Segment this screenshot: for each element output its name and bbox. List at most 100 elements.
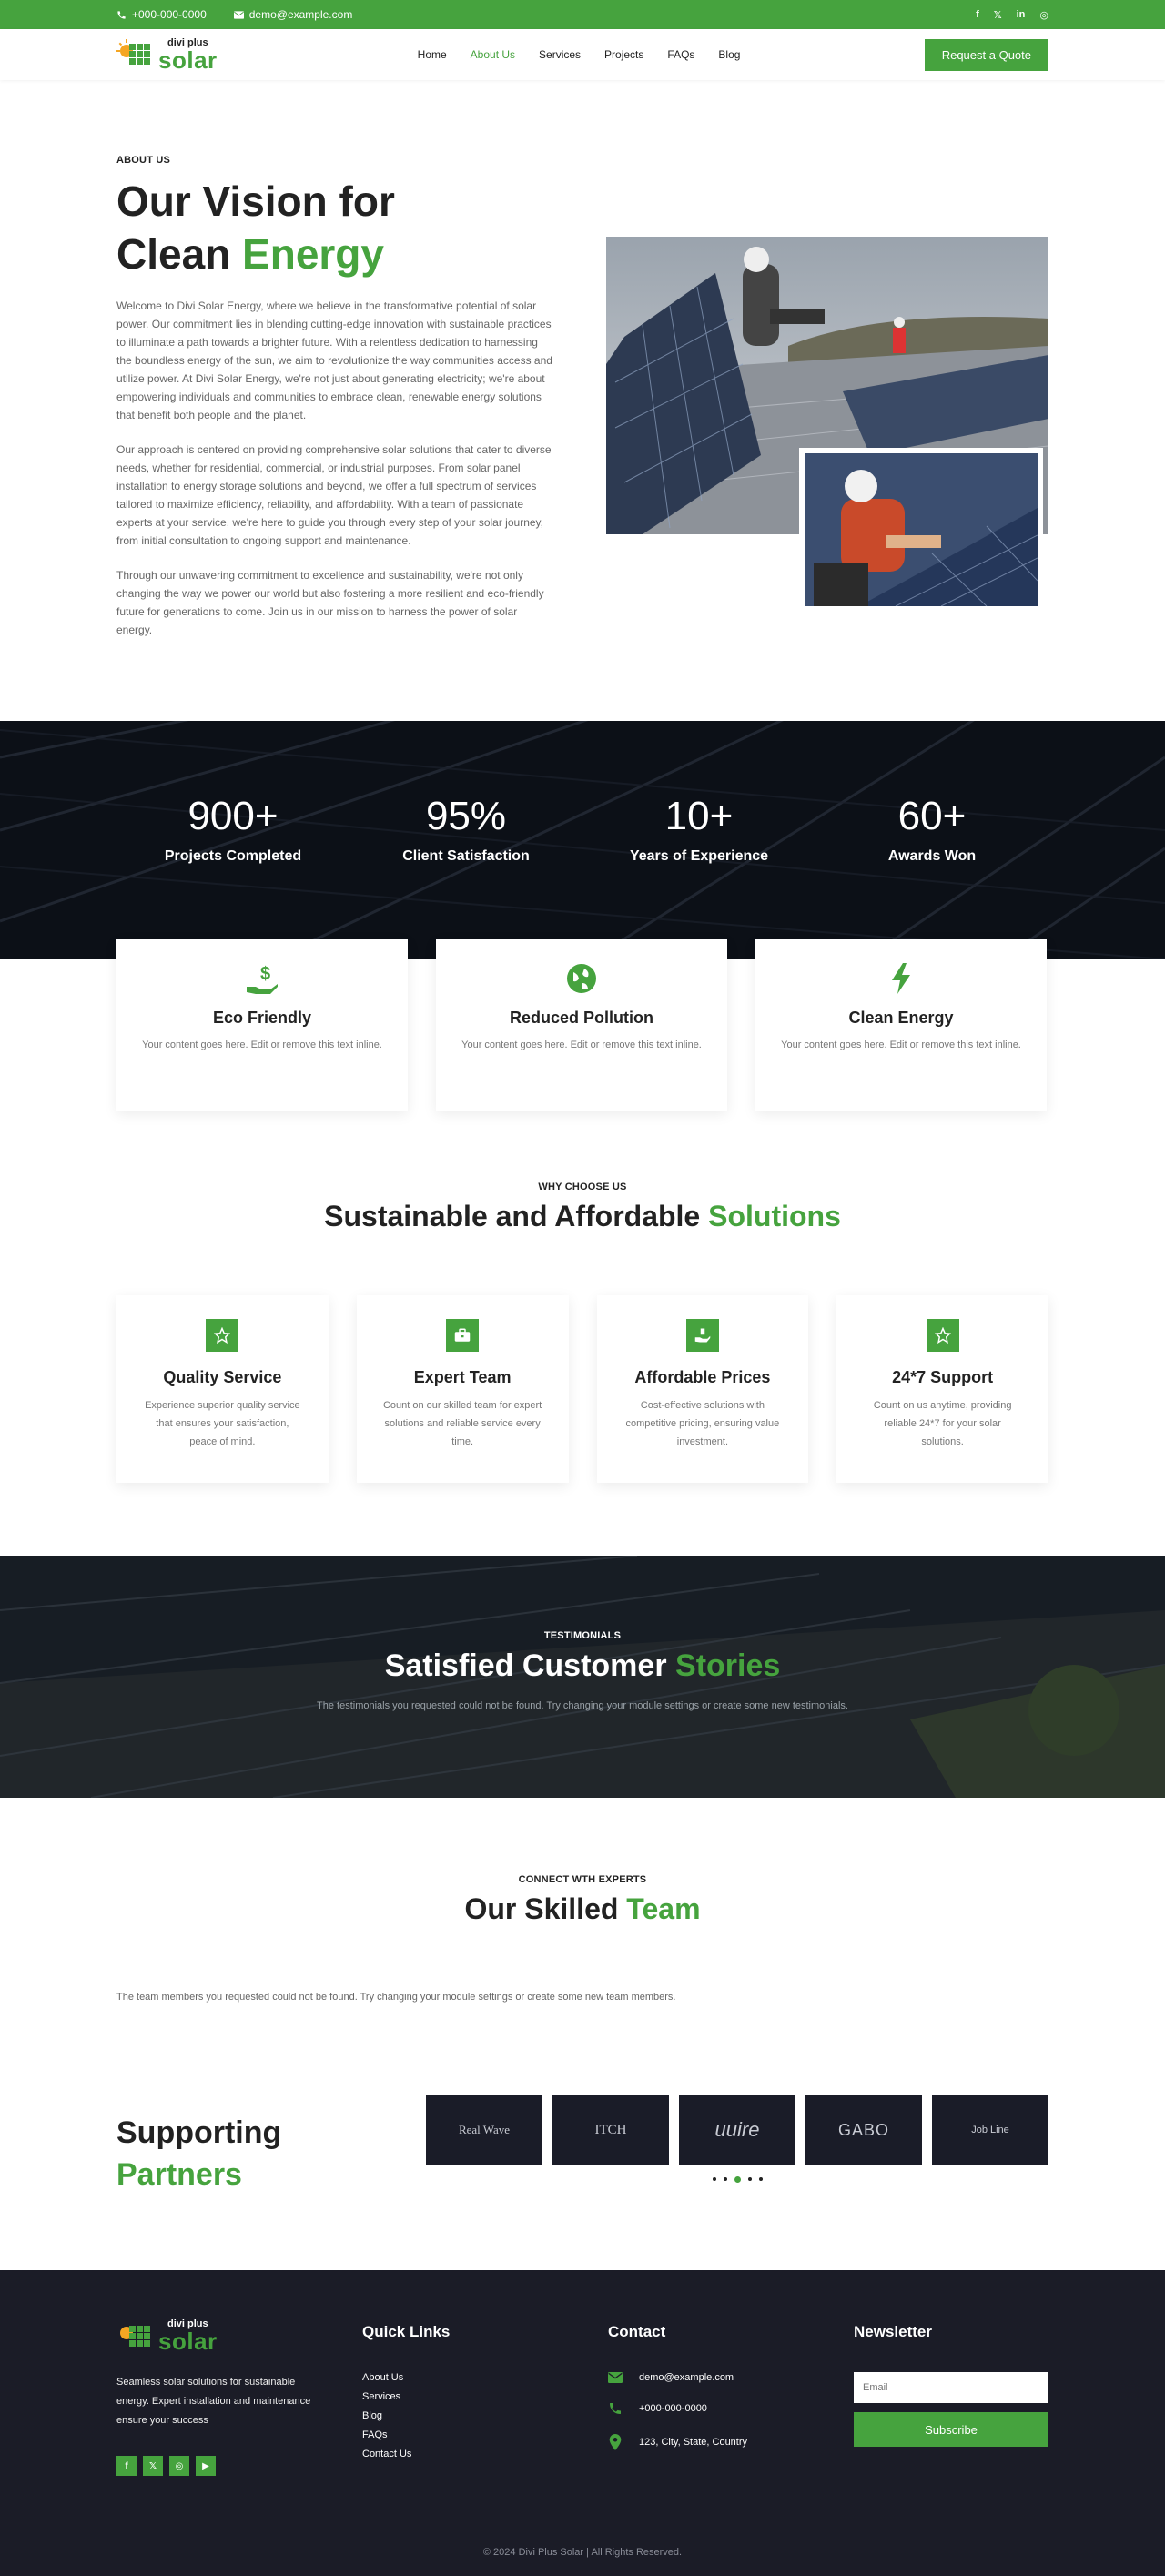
contact-phone[interactable]: +000-000-0000	[608, 2401, 854, 2416]
facebook-icon[interactable]: f	[116, 2456, 137, 2476]
feature-text: Your content goes here. Edit or remove t…	[142, 1040, 382, 1050]
nav-services[interactable]: Services	[539, 48, 581, 61]
subscribe-button[interactable]: Subscribe	[854, 2412, 1048, 2447]
x-twitter-icon[interactable]: 𝕏	[994, 9, 1002, 21]
footer-link-faqs[interactable]: FAQs	[362, 2429, 608, 2440]
bolt-icon	[892, 963, 910, 994]
footer-about-column: divi plus solar Seamless solar solutions…	[116, 2319, 362, 2476]
solar-logo-icon	[116, 39, 150, 65]
feature-card-eco-friendly: $ Eco Friendly Your content goes here. E…	[116, 939, 408, 1111]
feature-text: Your content goes here. Edit or remove t…	[781, 1040, 1021, 1050]
top-bar: +000-000-0000 demo@example.com f 𝕏 in ◎	[0, 0, 1165, 29]
carousel-dots	[426, 2176, 1048, 2183]
x-twitter-icon[interactable]: 𝕏	[143, 2456, 163, 2476]
testimonials-empty-message: The testimonials you requested could not…	[317, 1700, 848, 1711]
carousel-dot[interactable]	[712, 2177, 716, 2181]
svg-text:$: $	[260, 964, 270, 984]
partner-logo[interactable]: GABO	[805, 2095, 922, 2165]
footer-logo[interactable]: divi plus solar	[116, 2319, 362, 2353]
why-card-expert-team: Expert Team Count on our skilled team fo…	[356, 1295, 569, 1483]
carousel-dot-active[interactable]	[734, 2176, 741, 2183]
why-card-text: Count on our skilled team for expert sol…	[382, 1400, 542, 1447]
nav-home[interactable]: Home	[418, 48, 447, 61]
contact-title: Contact	[608, 2323, 666, 2340]
topbar-phone[interactable]: +000-000-0000	[116, 8, 207, 21]
partner-logo-text: Job Line	[971, 2125, 1009, 2135]
star-icon	[934, 1327, 951, 1344]
stat-label: Client Satisfaction	[402, 848, 530, 864]
about-eyebrow: ABOUT US	[116, 155, 171, 166]
topbar-phone-text: +000-000-0000	[132, 8, 207, 21]
site-footer: divi plus solar Seamless solar solutions…	[0, 2270, 1165, 2576]
stats-section: 900+ Projects Completed 95% Client Satis…	[0, 721, 1165, 959]
partner-logo-text: ITCH	[594, 2122, 627, 2137]
why-card-title: Expert Team	[413, 1368, 512, 1386]
stat-awards: 60+ Awards Won	[823, 794, 1041, 865]
partner-logo[interactable]: Job Line	[932, 2095, 1048, 2165]
carousel-dot[interactable]	[758, 2177, 763, 2181]
phone-icon	[610, 2403, 621, 2414]
nav-faqs[interactable]: FAQs	[667, 48, 694, 61]
footer-link-blog[interactable]: Blog	[362, 2410, 608, 2421]
contact-email-text: demo@example.com	[639, 2372, 734, 2383]
feature-card-reduced-pollution: Reduced Pollution Your content goes here…	[436, 939, 727, 1111]
partner-logo-text: Real Wave	[458, 2123, 511, 2136]
partner-logo[interactable]: uuire	[679, 2095, 795, 2165]
footer-link-about[interactable]: About Us	[362, 2372, 608, 2383]
feature-title: Reduced Pollution	[509, 1009, 653, 1027]
topbar-email[interactable]: demo@example.com	[233, 8, 353, 21]
about-title: Our Vision for Clean Energy	[116, 175, 553, 280]
linkedin-icon[interactable]: in	[1017, 9, 1026, 21]
why-card-quality: Quality Service Experience superior qual…	[116, 1295, 329, 1483]
about-title-plain: Clean	[116, 230, 243, 278]
nav-projects[interactable]: Projects	[604, 48, 643, 61]
nav-blog[interactable]: Blog	[718, 48, 740, 61]
about-paragraph-3: Through our unwavering commitment to exc…	[116, 569, 544, 636]
carousel-dot[interactable]	[723, 2177, 727, 2181]
why-title-accent: Solutions	[708, 1200, 841, 1232]
stat-satisfaction: 95% Client Satisfaction	[357, 794, 575, 865]
footer-link-contact[interactable]: Contact Us	[362, 2449, 608, 2459]
why-card-support: 24*7 Support Count on us anytime, provid…	[836, 1295, 1048, 1483]
stat-number: 95%	[425, 794, 507, 838]
why-card-text: Cost-effective solutions with competitiv…	[625, 1400, 780, 1447]
phone-icon	[117, 10, 126, 19]
partner-logo-text: GABO	[837, 2120, 889, 2139]
footer-link-services[interactable]: Services	[362, 2391, 608, 2402]
newsletter-email-input[interactable]	[854, 2372, 1048, 2403]
site-logo[interactable]: divi plus solar	[116, 37, 218, 74]
why-card-text: Experience superior quality service that…	[145, 1400, 300, 1447]
team-section: CONNECT WTH EXPERTS Our Skilled Team The…	[0, 1798, 1165, 2066]
logo-big-text: solar	[158, 46, 218, 74]
partner-logo[interactable]: Real Wave	[426, 2095, 542, 2165]
stat-number: 60+	[897, 794, 967, 838]
logo-big-text: solar	[158, 2328, 218, 2355]
testimonials-section: TESTIMONIALS Satisfied Customer Stories …	[0, 1556, 1165, 1798]
partner-logos-carousel[interactable]: Real Wave ITCH uuire GABO Job Line	[426, 2095, 1048, 2165]
team-title: Our Skilled Team	[116, 1892, 1048, 1926]
why-card-title: 24*7 Support	[892, 1368, 994, 1386]
instagram-icon[interactable]: ◎	[169, 2456, 189, 2476]
nav-about-us[interactable]: About Us	[471, 48, 515, 61]
contact-email[interactable]: demo@example.com	[608, 2372, 854, 2383]
copyright: © 2024 Divi Plus Solar | All Rights Rese…	[482, 2547, 683, 2558]
instagram-icon[interactable]: ◎	[1039, 9, 1048, 21]
partner-logo[interactable]: ITCH	[552, 2095, 669, 2165]
why-choose-section: WHY CHOOSE US Sustainable and Affordable…	[0, 1111, 1165, 1556]
topbar-social: f 𝕏 in ◎	[976, 9, 1048, 21]
facebook-icon[interactable]: f	[976, 9, 979, 21]
topbar-email-text: demo@example.com	[248, 8, 353, 21]
map-pin-icon	[609, 2434, 622, 2450]
carousel-dot[interactable]	[747, 2177, 752, 2181]
features-section: $ Eco Friendly Your content goes here. E…	[0, 939, 1165, 1111]
feature-card-clean-energy: Clean Energy Your content goes here. Edi…	[755, 939, 1047, 1111]
stat-projects: 900+ Projects Completed	[124, 794, 342, 865]
testimonials-title-accent: Stories	[675, 1648, 781, 1683]
request-quote-button[interactable]: Request a Quote	[924, 38, 1048, 71]
about-images	[606, 237, 1048, 619]
feature-text: Your content goes here. Edit or remove t…	[461, 1040, 702, 1050]
youtube-icon[interactable]: ▶	[196, 2456, 216, 2476]
why-card-text: Count on us anytime, providing reliable …	[873, 1400, 1012, 1447]
why-card-affordable: Affordable Prices Cost-effective solutio…	[596, 1295, 809, 1483]
stat-label: Years of Experience	[629, 848, 769, 864]
